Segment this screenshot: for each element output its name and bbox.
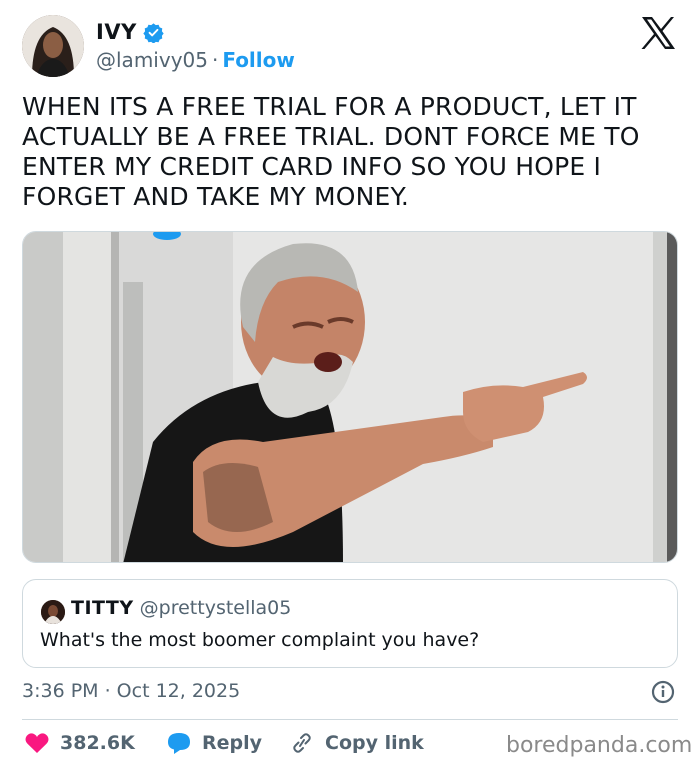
divider [22, 719, 678, 720]
author-handle[interactable]: @lamivy05 [96, 48, 208, 72]
author-avatar[interactable] [22, 15, 84, 77]
verified-badge-icon [143, 22, 164, 43]
quoted-display-name[interactable]: TITTY [71, 597, 134, 619]
author-name-row[interactable]: IVY [96, 20, 164, 44]
info-icon[interactable] [650, 679, 676, 705]
quoted-author-avatar[interactable] [41, 600, 65, 624]
like-count: 382.6K [60, 732, 135, 754]
link-icon [293, 733, 311, 753]
copy-link-label: Copy link [325, 732, 424, 754]
reply-label: Reply [202, 732, 263, 754]
heart-icon [25, 733, 49, 753]
quoted-tweet[interactable]: TITTY @prettystella05 What's the most boo… [22, 579, 678, 668]
tweet-card: IVY @lamivy05 · Follow WHEN ITS A FREE TRI… [0, 0, 700, 771]
like-button[interactable]: 382.6K [24, 731, 135, 755]
tweet-timestamp[interactable]: 3:36 PM · Oct 12, 2025 [22, 680, 240, 702]
quoted-author-row: TITTY @prettystella05 [71, 597, 291, 619]
quoted-text: What's the most boomer complaint you hav… [40, 629, 480, 651]
author-handle-row: @lamivy05 · Follow [96, 48, 295, 72]
tweet-image[interactable] [22, 231, 678, 563]
quoted-handle[interactable]: @prettystella05 [140, 597, 292, 619]
follow-button[interactable]: Follow [222, 48, 295, 72]
x-logo-icon[interactable] [640, 16, 676, 50]
tweet-text: WHEN ITS A FREE TRIAL FOR A PRODUCT, LET… [22, 92, 640, 211]
reply-bubble-icon [168, 733, 190, 754]
watermark: boredpanda.com [506, 733, 693, 758]
reply-button[interactable]: Reply [166, 731, 262, 755]
separator-dot: · [211, 48, 219, 72]
copy-link-button[interactable]: Copy link [289, 731, 424, 755]
author-display-name[interactable]: IVY [96, 20, 137, 44]
